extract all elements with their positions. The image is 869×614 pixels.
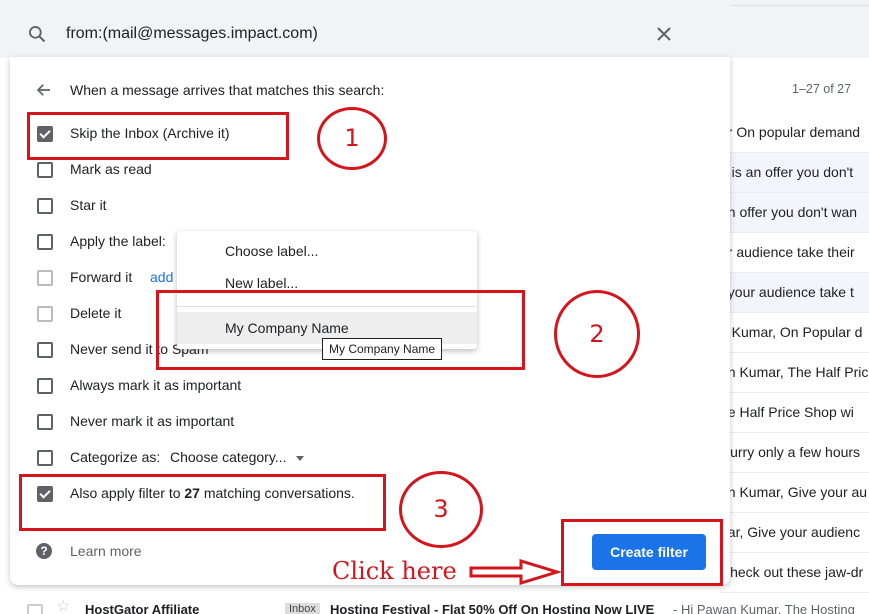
email-row[interactable]: e is an offer you don't	[720, 153, 869, 193]
dropdown-arrow-icon[interactable]	[296, 456, 304, 461]
email-snippet: Hurry only a few hours	[720, 444, 861, 460]
email-row[interactable]: Hurry only a few hours	[720, 433, 869, 473]
email-snippet: ur audience take their	[720, 244, 855, 260]
email-row[interactable]: Check out these jaw-dr	[720, 553, 869, 593]
filter-heading: When a message arrives that matches this…	[70, 82, 385, 98]
email-row[interactable]: ar On popular demand	[720, 113, 869, 153]
option-label: Star it	[70, 197, 107, 213]
email-snippet: he Half Price Shop wi	[720, 404, 854, 420]
pagination-text: 1–27 of 27	[792, 82, 852, 96]
highlight-box-1	[27, 112, 289, 160]
row-checkbox[interactable]	[27, 604, 43, 614]
arrow-right-icon	[469, 559, 561, 585]
option-label: Categorize as:	[70, 449, 161, 465]
email-row[interactable]: an offer you don't wan	[720, 193, 869, 233]
add-forwarding-link[interactable]: add	[150, 269, 173, 285]
option-label: Forward it	[70, 269, 133, 285]
email-row[interactable]: nar, Give your audienc	[720, 513, 869, 553]
email-sender: HostGator Affiliate	[85, 602, 200, 614]
checkbox[interactable]	[37, 270, 53, 286]
highlight-box-3	[19, 474, 386, 531]
option-label: Mark as read	[70, 161, 152, 177]
email-row[interactable]: an Kumar, The Half Pric	[720, 353, 869, 393]
email-row[interactable]: ☆ HostGator Affiliate Inbox Hosting Fest…	[0, 600, 869, 614]
email-snippet: t your audience take t	[720, 284, 854, 300]
checkbox[interactable]	[37, 342, 53, 358]
dropdown-item-choose-label[interactable]: Choose label...	[177, 235, 477, 267]
option-label: Delete it	[70, 305, 122, 321]
option-star[interactable]: Star it	[10, 188, 730, 224]
checkbox[interactable]	[37, 162, 53, 178]
highlight-box-2	[156, 290, 525, 370]
checkbox[interactable]	[37, 414, 53, 430]
learn-more-link[interactable]: Learn more	[70, 543, 142, 559]
option-never-important[interactable]: Never mark it as important	[10, 404, 730, 440]
email-snippet: n Kumar, On Popular d	[720, 324, 863, 340]
checkbox[interactable]	[37, 378, 53, 394]
email-row[interactable]: n Kumar, On Popular d	[720, 313, 869, 353]
option-label: Never mark it as important	[70, 413, 235, 429]
annotation-number-1: 1	[317, 107, 387, 170]
inbox-tag: Inbox	[285, 603, 320, 614]
search-icon[interactable]	[27, 24, 47, 44]
email-row[interactable]: he Half Price Shop wi	[720, 393, 869, 433]
back-arrow-icon[interactable]	[35, 81, 53, 99]
search-input[interactable]: from:(mail@messages.impact.com)	[66, 25, 318, 43]
email-snippet: e is an offer you don't	[720, 164, 854, 180]
annotation-number-2: 2	[554, 290, 640, 378]
help-icon[interactable]: ?	[36, 543, 52, 559]
search-bar[interactable]: from:(mail@messages.impact.com)	[10, 11, 730, 57]
email-row[interactable]: an Kumar, Give your au	[720, 473, 869, 513]
checkbox[interactable]	[37, 198, 53, 214]
email-snippet: an Kumar, Give your au	[720, 484, 868, 500]
category-select[interactable]: Choose category...	[170, 449, 286, 465]
option-label: Apply the label:	[70, 233, 166, 249]
click-here-text: Click here	[332, 557, 457, 585]
close-icon[interactable]	[656, 26, 672, 42]
checkbox[interactable]	[37, 450, 53, 466]
email-snippet: nar, Give your audienc	[720, 524, 861, 540]
email-snippet: an offer you don't wan	[720, 204, 858, 220]
checkbox[interactable]	[37, 234, 53, 250]
highlight-box-create	[561, 519, 723, 586]
divider	[730, 5, 869, 6]
email-row[interactable]: ur audience take their	[720, 233, 869, 273]
email-subject: Hosting Festival - Flat 50% Off On Hosti…	[330, 602, 655, 614]
option-always-important[interactable]: Always mark it as important	[10, 368, 730, 404]
email-snippet: an Kumar, The Half Pric	[720, 364, 869, 380]
email-snippet: - Hi Pawan Kumar, The Hosting	[673, 602, 855, 614]
email-snippet: ar On popular demand	[720, 124, 861, 140]
email-snippet: Check out these jaw-dr	[720, 564, 864, 580]
star-icon[interactable]: ☆	[56, 600, 70, 614]
option-categorize[interactable]: Categorize as: Choose category...	[10, 440, 730, 476]
annotation-number-3: 3	[399, 471, 483, 548]
option-label: Always mark it as important	[70, 377, 242, 393]
email-row[interactable]: t your audience take t	[720, 273, 869, 313]
checkbox[interactable]	[37, 306, 53, 322]
